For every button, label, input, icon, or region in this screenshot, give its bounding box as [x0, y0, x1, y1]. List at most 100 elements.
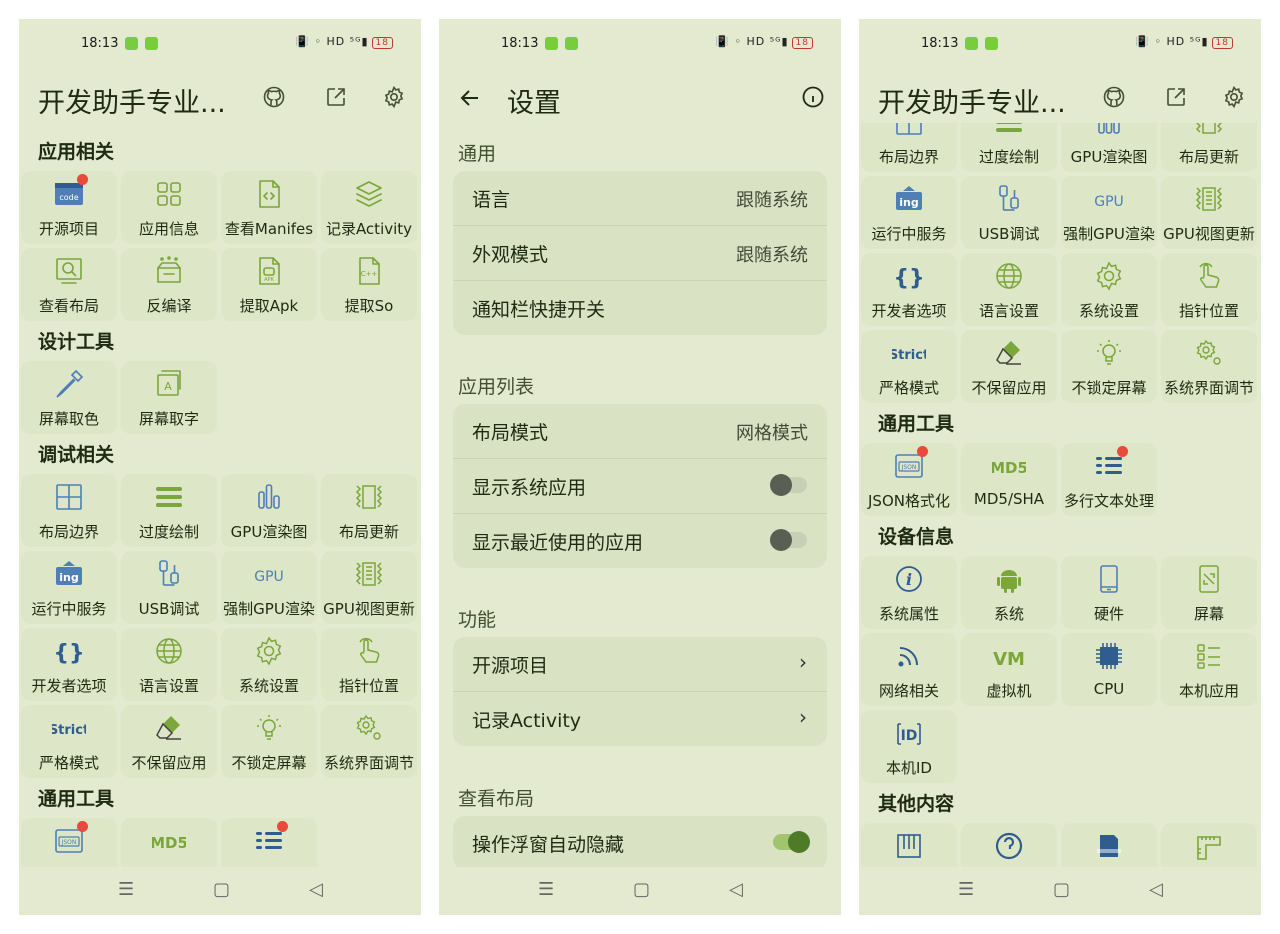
- tool-tile[interactable]: Strict 严格模式: [21, 705, 117, 778]
- settings-item[interactable]: 操作浮窗自动隐藏: [453, 816, 827, 870]
- battery-icon: 18: [791, 37, 813, 49]
- tool-label: 屏幕: [1193, 605, 1224, 623]
- tool-tile[interactable]: GPU视图更新: [1161, 176, 1257, 249]
- home-button[interactable]: ▢: [633, 879, 650, 900]
- tool-tile[interactable]: 系统设置: [1061, 253, 1157, 326]
- empty-slot: [321, 818, 417, 867]
- tool-tile[interactable]: [1161, 823, 1257, 867]
- status-phone-icon: [985, 37, 998, 50]
- tool-tile[interactable]: 硬件: [1061, 556, 1157, 629]
- multiline-icon: [1092, 446, 1128, 483]
- toggle-switch[interactable]: [773, 831, 810, 853]
- tool-tile[interactable]: 本机应用: [1161, 633, 1257, 706]
- tool-tile[interactable]: 语言设置: [121, 628, 217, 701]
- back-button[interactable]: ◁: [309, 879, 323, 900]
- settings-item[interactable]: 语言 跟随系统: [453, 171, 827, 225]
- github-icon[interactable]: [1102, 85, 1126, 109]
- tool-tile[interactable]: [961, 823, 1057, 867]
- tool-tile[interactable]: GPU 强制GPU渲染: [1061, 176, 1157, 249]
- settings-gear-icon[interactable]: [1222, 85, 1246, 109]
- back-button[interactable]: ◁: [729, 879, 743, 900]
- settings-item[interactable]: 显示最近使用的应用: [453, 513, 827, 568]
- tool-tile[interactable]: MD5MD5/SHA: [961, 443, 1057, 516]
- tool-label: 虚拟机: [986, 682, 1032, 700]
- settings-item[interactable]: 显示系统应用: [453, 458, 827, 513]
- tool-tile[interactable]: GPU 强制GPU渲染: [221, 551, 317, 624]
- svg-text:code: code: [59, 193, 78, 202]
- tool-tile[interactable]: USB调试: [121, 551, 217, 624]
- tool-tile[interactable]: 系统设置: [221, 628, 317, 701]
- recent-apps-button[interactable]: ☰: [958, 879, 974, 900]
- tool-tile[interactable]: 记录Activity: [321, 171, 417, 244]
- tool-tile[interactable]: 系统: [961, 556, 1057, 629]
- tool-tile[interactable]: 布局更新: [321, 474, 417, 547]
- tool-tile[interactable]: 过度绘制: [121, 474, 217, 547]
- tool-tile[interactable]: 系统界面调节: [1161, 330, 1257, 403]
- toggle-switch[interactable]: [770, 529, 807, 551]
- tool-tile[interactable]: 应用信息: [121, 171, 217, 244]
- settings-item[interactable]: 开源项目 ›: [453, 637, 827, 691]
- tool-tile[interactable]: ing 运行中服务: [21, 551, 117, 624]
- toggle-switch[interactable]: [770, 474, 807, 496]
- settings-item[interactable]: 通知栏快捷开关: [453, 280, 827, 335]
- tool-tile[interactable]: 过度绘制: [961, 123, 1057, 172]
- tool-tile[interactable]: CPU: [1061, 633, 1157, 706]
- tool-tile[interactable]: {} 开发者选项: [861, 253, 957, 326]
- recent-apps-button[interactable]: ☰: [538, 879, 554, 900]
- tool-tile[interactable]: 不锁定屏幕: [1061, 330, 1157, 403]
- android-icon: [992, 562, 1026, 596]
- tool-tile[interactable]: 屏幕: [1161, 556, 1257, 629]
- home-button[interactable]: ▢: [1053, 879, 1070, 900]
- tool-tile[interactable]: 指针位置: [1161, 253, 1257, 326]
- tool-tile[interactable]: APK 提取Apk: [221, 248, 317, 321]
- tool-tile[interactable]: 布局边界: [21, 474, 117, 547]
- tool-tile[interactable]: 查看Manifes: [221, 171, 317, 244]
- share-icon[interactable]: [324, 85, 348, 109]
- tool-tile[interactable]: GPU渲染图: [221, 474, 317, 547]
- tool-tile[interactable]: GPU视图更新: [321, 551, 417, 624]
- back-button[interactable]: ◁: [1149, 879, 1163, 900]
- tool-tile[interactable]: JSONJSON格式化: [21, 818, 117, 867]
- tool-tile[interactable]: 不保留应用: [121, 705, 217, 778]
- settings-item[interactable]: 布局模式 网格模式: [453, 404, 827, 458]
- tool-tile[interactable]: 语言设置: [961, 253, 1057, 326]
- tool-tile[interactable]: 系统界面调节: [321, 705, 417, 778]
- tool-tile[interactable]: JSONJSON格式化: [861, 443, 957, 516]
- share-icon[interactable]: [1164, 85, 1188, 109]
- home-button[interactable]: ▢: [213, 879, 230, 900]
- tool-tile[interactable]: 多行文本处理: [221, 818, 317, 867]
- tool-tile[interactable]: 布局边界: [861, 123, 957, 172]
- tool-tile[interactable]: 网络相关: [861, 633, 957, 706]
- github-icon[interactable]: [262, 85, 286, 109]
- tool-tile[interactable]: i 系统属性: [861, 556, 957, 629]
- tool-tile[interactable]: GPU渲染图: [1061, 123, 1157, 172]
- settings-item[interactable]: 记录Activity ›: [453, 691, 827, 746]
- tool-tile[interactable]: USB调试: [961, 176, 1057, 249]
- tool-tile[interactable]: 不锁定屏幕: [221, 705, 317, 778]
- info-icon[interactable]: [801, 85, 825, 109]
- tool-tile[interactable]: Strict 严格模式: [861, 330, 957, 403]
- tool-tile[interactable]: MD5MD5/SHA: [121, 818, 217, 867]
- tool-tile[interactable]: 不保留应用: [961, 330, 1057, 403]
- back-arrow-icon[interactable]: [458, 86, 482, 110]
- tool-label: 过度绘制: [978, 148, 1039, 166]
- tool-tile[interactable]: [1061, 823, 1157, 867]
- recent-apps-button[interactable]: ☰: [118, 879, 134, 900]
- tool-tile[interactable]: 反编译: [121, 248, 217, 321]
- tool-tile[interactable]: code 开源项目: [21, 171, 117, 244]
- tool-tile[interactable]: ID 本机ID: [861, 710, 957, 783]
- tool-tile[interactable]: 屏幕取色: [21, 361, 117, 434]
- svg-text:ID: ID: [901, 728, 918, 744]
- tool-tile[interactable]: {} 开发者选项: [21, 628, 117, 701]
- tool-tile[interactable]: ing 运行中服务: [861, 176, 957, 249]
- settings-item[interactable]: 外观模式 跟随系统: [453, 225, 827, 280]
- settings-gear-icon[interactable]: [382, 85, 406, 109]
- tool-tile[interactable]: 查看布局: [21, 248, 117, 321]
- tool-tile[interactable]: VM 虚拟机: [961, 633, 1057, 706]
- tool-tile[interactable]: [861, 823, 957, 867]
- tool-tile[interactable]: C++ 提取So: [321, 248, 417, 321]
- tool-tile[interactable]: A 屏幕取字: [121, 361, 217, 434]
- tool-tile[interactable]: 多行文本处理: [1061, 443, 1157, 516]
- tool-tile[interactable]: 布局更新: [1161, 123, 1257, 172]
- tool-tile[interactable]: 指针位置: [321, 628, 417, 701]
